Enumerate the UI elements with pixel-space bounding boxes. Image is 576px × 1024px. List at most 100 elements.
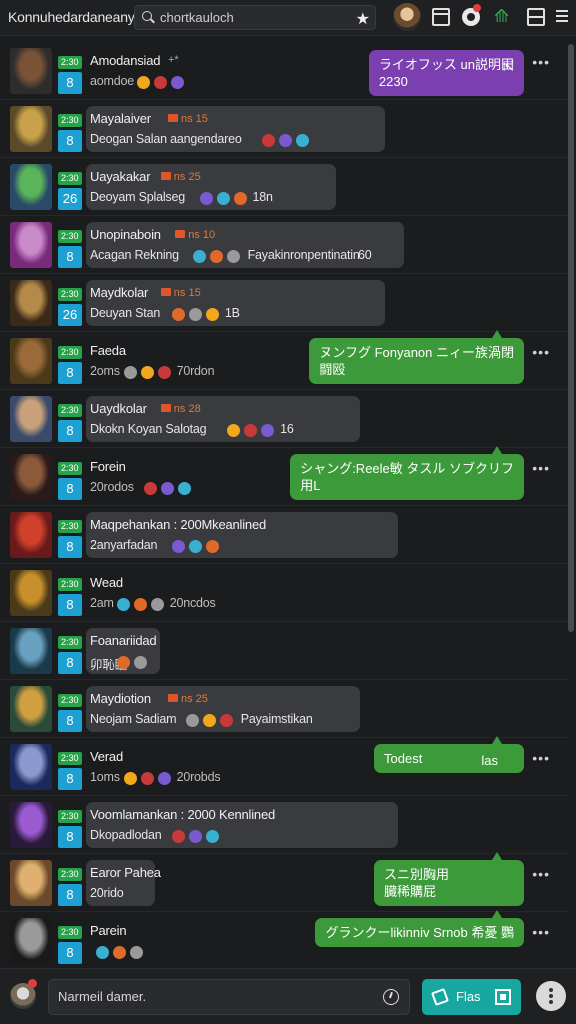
- search-input[interactable]: [160, 10, 340, 25]
- conversation-row[interactable]: 2:30 26 Maydkolar ns 15 Deuyan Stan 1B: [0, 274, 568, 332]
- contact-avatar[interactable]: [10, 454, 52, 500]
- search-box[interactable]: ★: [134, 5, 376, 30]
- conversation-row[interactable]: 2:30 8 Faeda 2oms 70rdon ヌンフグ Fonyanon ニィー族渦閉…: [0, 330, 568, 390]
- sent-message-bubble[interactable]: グランクーlikinniv Srnob 希憂 鸚: [315, 910, 524, 947]
- channel-badge: 8: [58, 652, 82, 674]
- sent-message-bubble[interactable]: シャング:Reele敏 タスル ソブクリフ 用L: [290, 446, 524, 500]
- contact-avatar[interactable]: [10, 570, 52, 616]
- conversation-row[interactable]: 2:30 8 Maydiotion ns 25 Neojam Sadiam Payaims…: [0, 680, 568, 738]
- conversation-row[interactable]: 2:30 8 Unopinaboin ns 10 Acagan Rekning Fayak…: [0, 216, 568, 274]
- conversation-row[interactable]: 2:30 8 Parein グランクーlikinniv Srnob 希憂 鸚 •••: [0, 910, 568, 970]
- contact-avatar[interactable]: [10, 280, 52, 326]
- contact-avatar[interactable]: [10, 396, 52, 442]
- message-options-icon[interactable]: •••: [532, 54, 550, 70]
- contact-avatar[interactable]: [10, 222, 52, 268]
- channel-badge: 8: [58, 942, 82, 964]
- message-options-icon[interactable]: •••: [532, 866, 550, 882]
- conversation-row[interactable]: 2:30 8 Voomlamankan : 2000 Kennlined Dkopad…: [0, 796, 568, 854]
- contact-name: Unopinaboin: [90, 227, 161, 242]
- message-options-icon[interactable]: •••: [532, 750, 550, 766]
- marker-text: +*: [168, 54, 179, 66]
- scrollbar[interactable]: [568, 44, 574, 632]
- emoji-icon: [161, 482, 175, 495]
- contact-avatar[interactable]: [10, 338, 52, 384]
- message-options-icon[interactable]: •••: [532, 344, 550, 360]
- message-preview: Acagan Rekning: [90, 248, 179, 262]
- conversation-row[interactable]: 2:30 8 Forein 20rodos シャング:Reele敏 タスル ソブクリフ用…: [0, 446, 568, 506]
- conversation-row[interactable]: 2:30 8 Uaydkolar ns 28 Dkokn Koyan Salotag 16: [0, 390, 568, 448]
- emoji-icon: [96, 946, 109, 959]
- time-badge: 2:30: [58, 114, 82, 127]
- contact-name: Faeda: [90, 343, 126, 358]
- message-preview-extra: Fayakinronpentinatin: [247, 248, 360, 262]
- emoji-icon: [233, 192, 247, 205]
- sent-message-text: ヌンフグ Fonyanon ニィー族渦閉: [319, 345, 514, 360]
- conversation-row[interactable]: 2:30 8 Wead 2am 20ncdos: [0, 564, 568, 622]
- emoji-icon: [178, 482, 192, 495]
- message-preview: Deuyan Stan: [90, 306, 161, 320]
- message-options-icon[interactable]: •••: [532, 924, 550, 940]
- contact-avatar[interactable]: [10, 512, 52, 558]
- conversation-list[interactable]: 2:30 8 Amodansiad +* aomdoe ライオフッス un説明田 2230 ⇱…: [0, 40, 576, 970]
- sent-message-bubble[interactable]: ライオフッス un説明田 2230 ⇱: [368, 50, 524, 96]
- sent-message-text-line2: 用L: [300, 478, 321, 493]
- time-badge: 2:30: [58, 172, 82, 185]
- clock-icon[interactable]: [383, 989, 399, 1005]
- send-button[interactable]: Flas: [422, 979, 521, 1015]
- more-options-button[interactable]: [536, 981, 566, 1011]
- status-tag: ns 25: [161, 171, 201, 183]
- expand-icon[interactable]: [495, 989, 511, 1005]
- user-avatar[interactable]: [393, 3, 421, 31]
- contact-avatar[interactable]: [10, 860, 52, 906]
- star-icon[interactable]: ★: [356, 9, 370, 29]
- emoji-icon: [116, 598, 130, 611]
- contact-avatar[interactable]: [10, 164, 52, 210]
- channel-badge: 8: [58, 768, 82, 790]
- message-count: 20ncdos: [169, 596, 216, 610]
- layout-icon[interactable]: [527, 8, 545, 26]
- sent-message-text: グランクーlikinniv Srnob 希憂 鸚: [325, 925, 514, 940]
- sent-message-bubble[interactable]: Todest las: [374, 736, 524, 773]
- conversation-row[interactable]: 2:30 8 Maqpehankan : 200Mkeanlined 2anyarfa…: [0, 506, 568, 564]
- contact-name: Amodansiad: [90, 53, 161, 68]
- contact-name: Parein: [90, 923, 127, 938]
- contact-avatar[interactable]: [10, 628, 52, 674]
- message-input[interactable]: [58, 989, 358, 1004]
- contact-name: Maydkolar: [90, 285, 149, 300]
- conversation-row[interactable]: 2:30 8 Earor Pahea 20rido スニ別胸用 臓稀購屁 •••: [0, 852, 568, 912]
- conversation-row[interactable]: 2:30 26 Uayakakar ns 25 Deoyam Splalseg 18n: [0, 158, 568, 216]
- emoji-icon: [130, 946, 143, 959]
- sent-message-bubble[interactable]: ヌンフグ Fonyanon ニィー族渦閉 闘殴: [309, 330, 524, 384]
- contact-avatar[interactable]: [10, 802, 52, 848]
- time-badge: 2:30: [58, 636, 82, 649]
- conversation-row[interactable]: 2:30 8 Verad 1oms 20robds Todest las •••: [0, 736, 568, 796]
- contact-avatar[interactable]: [10, 686, 52, 732]
- composer-bar: Flas: [0, 968, 576, 1024]
- message-options-icon[interactable]: •••: [532, 460, 550, 476]
- contact-avatar[interactable]: [10, 48, 52, 94]
- message-count: 60: [358, 248, 372, 262]
- calendar-icon[interactable]: [432, 8, 450, 26]
- conversation-row[interactable]: 2:30 8 Foanariidad 卯恥臨: [0, 622, 568, 680]
- conversation-row[interactable]: 2:30 8 Amodansiad +* aomdoe ライオフッス un説明田 2230 ⇱…: [0, 42, 568, 100]
- contact-name: Foanariidad: [90, 633, 157, 648]
- channel-badge: 8: [58, 826, 82, 848]
- message-preview-extra: Payaimstikan: [240, 712, 313, 726]
- sent-message-bubble[interactable]: スニ別胸用 臓稀購屁: [374, 852, 524, 906]
- conversation-row[interactable]: 2:30 8 Mayalaiver ns 15 Deogan Salan aangend…: [0, 100, 568, 158]
- contact-avatar[interactable]: [10, 106, 52, 152]
- contact-avatar[interactable]: [10, 744, 52, 790]
- contact-avatar[interactable]: [10, 918, 52, 964]
- message-preview: Neojam Sadiam: [90, 712, 177, 726]
- emoji-icon: [205, 540, 219, 553]
- emoji-icon: [227, 424, 241, 437]
- collapse-icon[interactable]: ⇱: [503, 58, 514, 75]
- emoji-icon: [202, 714, 216, 727]
- contact-name: Earor Pahea: [90, 865, 161, 880]
- message-box[interactable]: [48, 979, 410, 1015]
- status-tag: ns 15: [168, 113, 208, 125]
- message-preview: Deogan Salan aangendareo: [90, 132, 242, 146]
- tree-icon[interactable]: ⟰: [494, 6, 512, 26]
- send-icon: [431, 988, 449, 1006]
- menu-icon[interactable]: [556, 7, 572, 27]
